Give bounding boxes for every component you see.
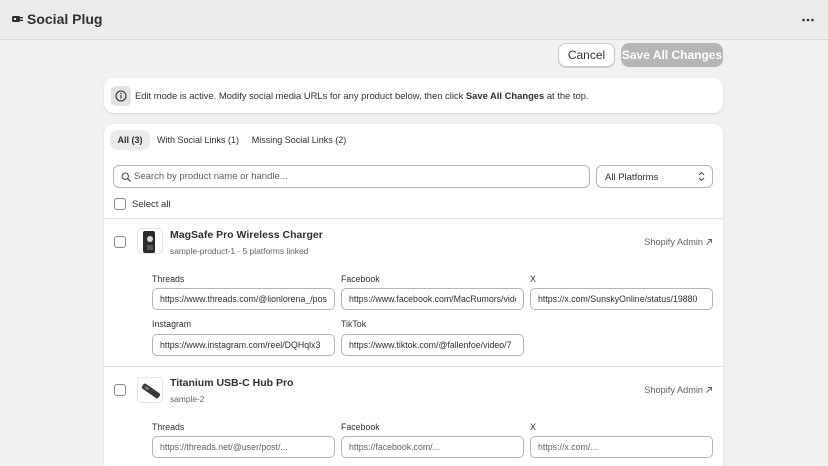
product-thumbnail: [137, 377, 163, 403]
platforms-linked-count: 5 platforms linked: [242, 246, 309, 256]
products-card: All (3) With Social Links (1) Missing So…: [104, 124, 723, 466]
banner-text-bold: Save All Changes: [465, 90, 545, 101]
external-link-icon: [706, 387, 712, 393]
platform-filter-value: All Platforms: [605, 172, 659, 183]
product-handle: sample-2: [170, 394, 205, 404]
threads-url-field[interactable]: [152, 288, 335, 310]
tab-with-social-links[interactable]: With Social Links (1): [154, 130, 242, 150]
x-url-input[interactable]: [531, 437, 712, 457]
product-checkbox[interactable]: [114, 384, 126, 396]
facebook-url-field[interactable]: [341, 288, 524, 310]
field-label-threads: Threads: [152, 274, 185, 284]
field-label-threads: Threads: [152, 422, 185, 432]
app-title: Social Plug: [27, 11, 103, 27]
tiktok-url-field[interactable]: [341, 334, 524, 356]
tiktok-url-input[interactable]: [342, 335, 523, 355]
field-label-facebook: Facebook: [341, 422, 380, 432]
search-input[interactable]: [134, 166, 584, 187]
product-handle: sample-product-1: [170, 246, 236, 256]
save-all-changes-button[interactable]: Save All Changes: [621, 43, 723, 67]
field-label-facebook: Facebook: [341, 274, 380, 284]
shopify-admin-link[interactable]: Shopify Admin: [644, 385, 713, 395]
tab-missing-social-links[interactable]: Missing Social Links (2): [249, 130, 349, 150]
search-icon: [121, 172, 131, 182]
info-icon-wrap: [111, 86, 131, 106]
x-url-field[interactable]: [530, 288, 713, 310]
threads-url-field[interactable]: [152, 436, 335, 458]
field-label-tiktok: TikTok: [341, 319, 367, 329]
external-link-icon: [706, 239, 712, 245]
threads-url-input[interactable]: [153, 437, 334, 457]
plug-icon: [12, 16, 23, 22]
select-all-label: Select all: [132, 199, 171, 210]
edit-mode-banner: Edit mode is active. Modify social media…: [104, 78, 723, 113]
platform-filter-select[interactable]: All Platforms: [596, 165, 713, 188]
field-label-instagram: Instagram: [152, 319, 192, 329]
facebook-url-field[interactable]: [341, 436, 524, 458]
field-label-x: X: [530, 274, 536, 284]
product-thumbnail: [137, 228, 163, 254]
threads-url-input[interactable]: [153, 289, 334, 309]
info-icon: [115, 90, 127, 102]
cancel-button[interactable]: Cancel: [558, 43, 615, 67]
more-horizontal-icon: [802, 18, 814, 22]
product-title: MagSafe Pro Wireless Charger: [170, 229, 323, 241]
select-arrows-icon: [698, 171, 705, 182]
instagram-url-input[interactable]: [153, 335, 334, 355]
usb-hub-image: [141, 383, 161, 399]
product-meta: sample-product-1 · 5 platforms linked: [170, 246, 308, 256]
shopify-admin-link[interactable]: Shopify Admin: [644, 237, 713, 247]
shopify-admin-label: Shopify Admin: [644, 385, 703, 395]
divider: [104, 218, 723, 219]
app-top-bar: Social Plug: [0, 0, 828, 40]
x-url-input[interactable]: [531, 289, 712, 309]
facebook-url-input[interactable]: [342, 289, 523, 309]
banner-message: Edit mode is active. Modify social media…: [135, 90, 589, 101]
divider: [104, 366, 723, 367]
banner-text-after: at the top.: [544, 90, 589, 101]
banner-text-before: Edit mode is active. Modify social media…: [135, 90, 466, 101]
x-url-field[interactable]: [530, 436, 713, 458]
search-field[interactable]: [113, 165, 590, 188]
shopify-admin-label: Shopify Admin: [644, 237, 703, 247]
product-title: Titanium USB-C Hub Pro: [170, 377, 294, 389]
field-label-x: X: [530, 422, 536, 432]
instagram-url-field[interactable]: [152, 334, 335, 356]
tab-all[interactable]: All (3): [110, 130, 150, 150]
product-checkbox[interactable]: [114, 236, 126, 248]
facebook-url-input[interactable]: [342, 437, 523, 457]
charger-image: [143, 231, 155, 253]
meta-separator: ·: [235, 246, 243, 256]
more-actions-button[interactable]: [798, 10, 818, 30]
select-all-checkbox[interactable]: [114, 198, 126, 210]
